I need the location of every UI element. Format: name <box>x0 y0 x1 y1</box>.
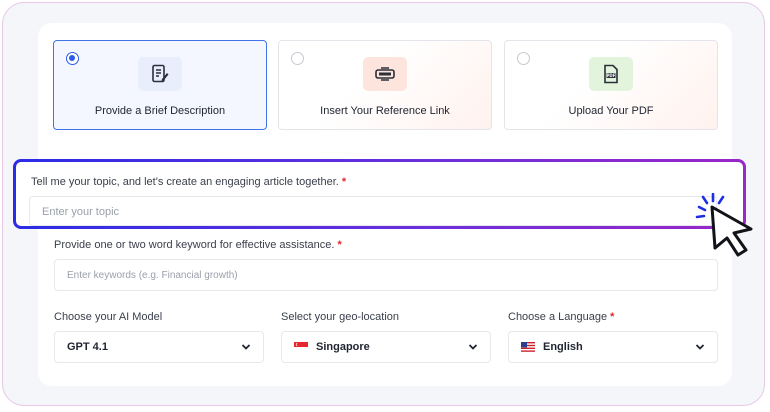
required-mark: * <box>337 239 342 251</box>
us-flag-icon <box>521 342 535 352</box>
required-mark: * <box>341 176 347 188</box>
option-label: Insert Your Reference Link <box>320 105 450 117</box>
geo-location-value: Singapore <box>316 341 370 353</box>
language-select[interactable]: English <box>508 331 718 363</box>
pdf-icon: PDF <box>589 57 633 91</box>
geo-location-label: Select your geo-location <box>281 311 400 323</box>
ai-model-value: GPT 4.1 <box>67 341 108 353</box>
option-radio-upload-pdf[interactable] <box>517 52 530 65</box>
keywords-label-text: Provide one or two word keyword for effe… <box>54 239 335 251</box>
chevron-down-icon <box>695 344 705 350</box>
option-radio-brief-description[interactable] <box>66 52 79 65</box>
option-brief-description[interactable]: Provide a Brief Description <box>53 40 267 130</box>
topic-label: Tell me your topic, and let's create an … <box>31 176 346 188</box>
ai-model-label: Choose your AI Model <box>54 311 163 323</box>
geo-location-select[interactable]: Singapore <box>281 331 491 363</box>
ai-model-select[interactable]: GPT 4.1 <box>54 331 264 363</box>
option-radio-reference-link[interactable] <box>291 52 304 65</box>
svg-text:PDF: PDF <box>607 73 616 78</box>
option-label: Upload Your PDF <box>568 105 654 117</box>
link-icon <box>363 57 407 91</box>
chevron-down-icon <box>468 344 478 350</box>
topic-label-text: Tell me your topic, and let's create an … <box>31 176 339 188</box>
option-label: Provide a Brief Description <box>94 105 226 117</box>
required-mark: * <box>610 311 615 323</box>
topic-input[interactable]: Enter your topic <box>29 196 717 226</box>
topic-field-group: Tell me your topic, and let's create an … <box>13 159 746 229</box>
option-reference-link[interactable]: Insert Your Reference Link <box>278 40 492 130</box>
language-label: Choose a Language * <box>508 311 614 323</box>
keywords-input[interactable]: Enter keywords (e.g. Financial growth) <box>54 259 718 291</box>
singapore-flag-icon <box>294 342 308 352</box>
language-label-text: Choose a Language <box>508 311 608 323</box>
pointer-cursor-icon <box>693 192 763 264</box>
chevron-down-icon <box>241 344 251 350</box>
keywords-label: Provide one or two word keyword for effe… <box>54 239 342 251</box>
document-edit-icon <box>138 57 182 91</box>
language-value: English <box>543 341 583 353</box>
option-upload-pdf[interactable]: PDF Upload Your PDF <box>504 40 718 130</box>
